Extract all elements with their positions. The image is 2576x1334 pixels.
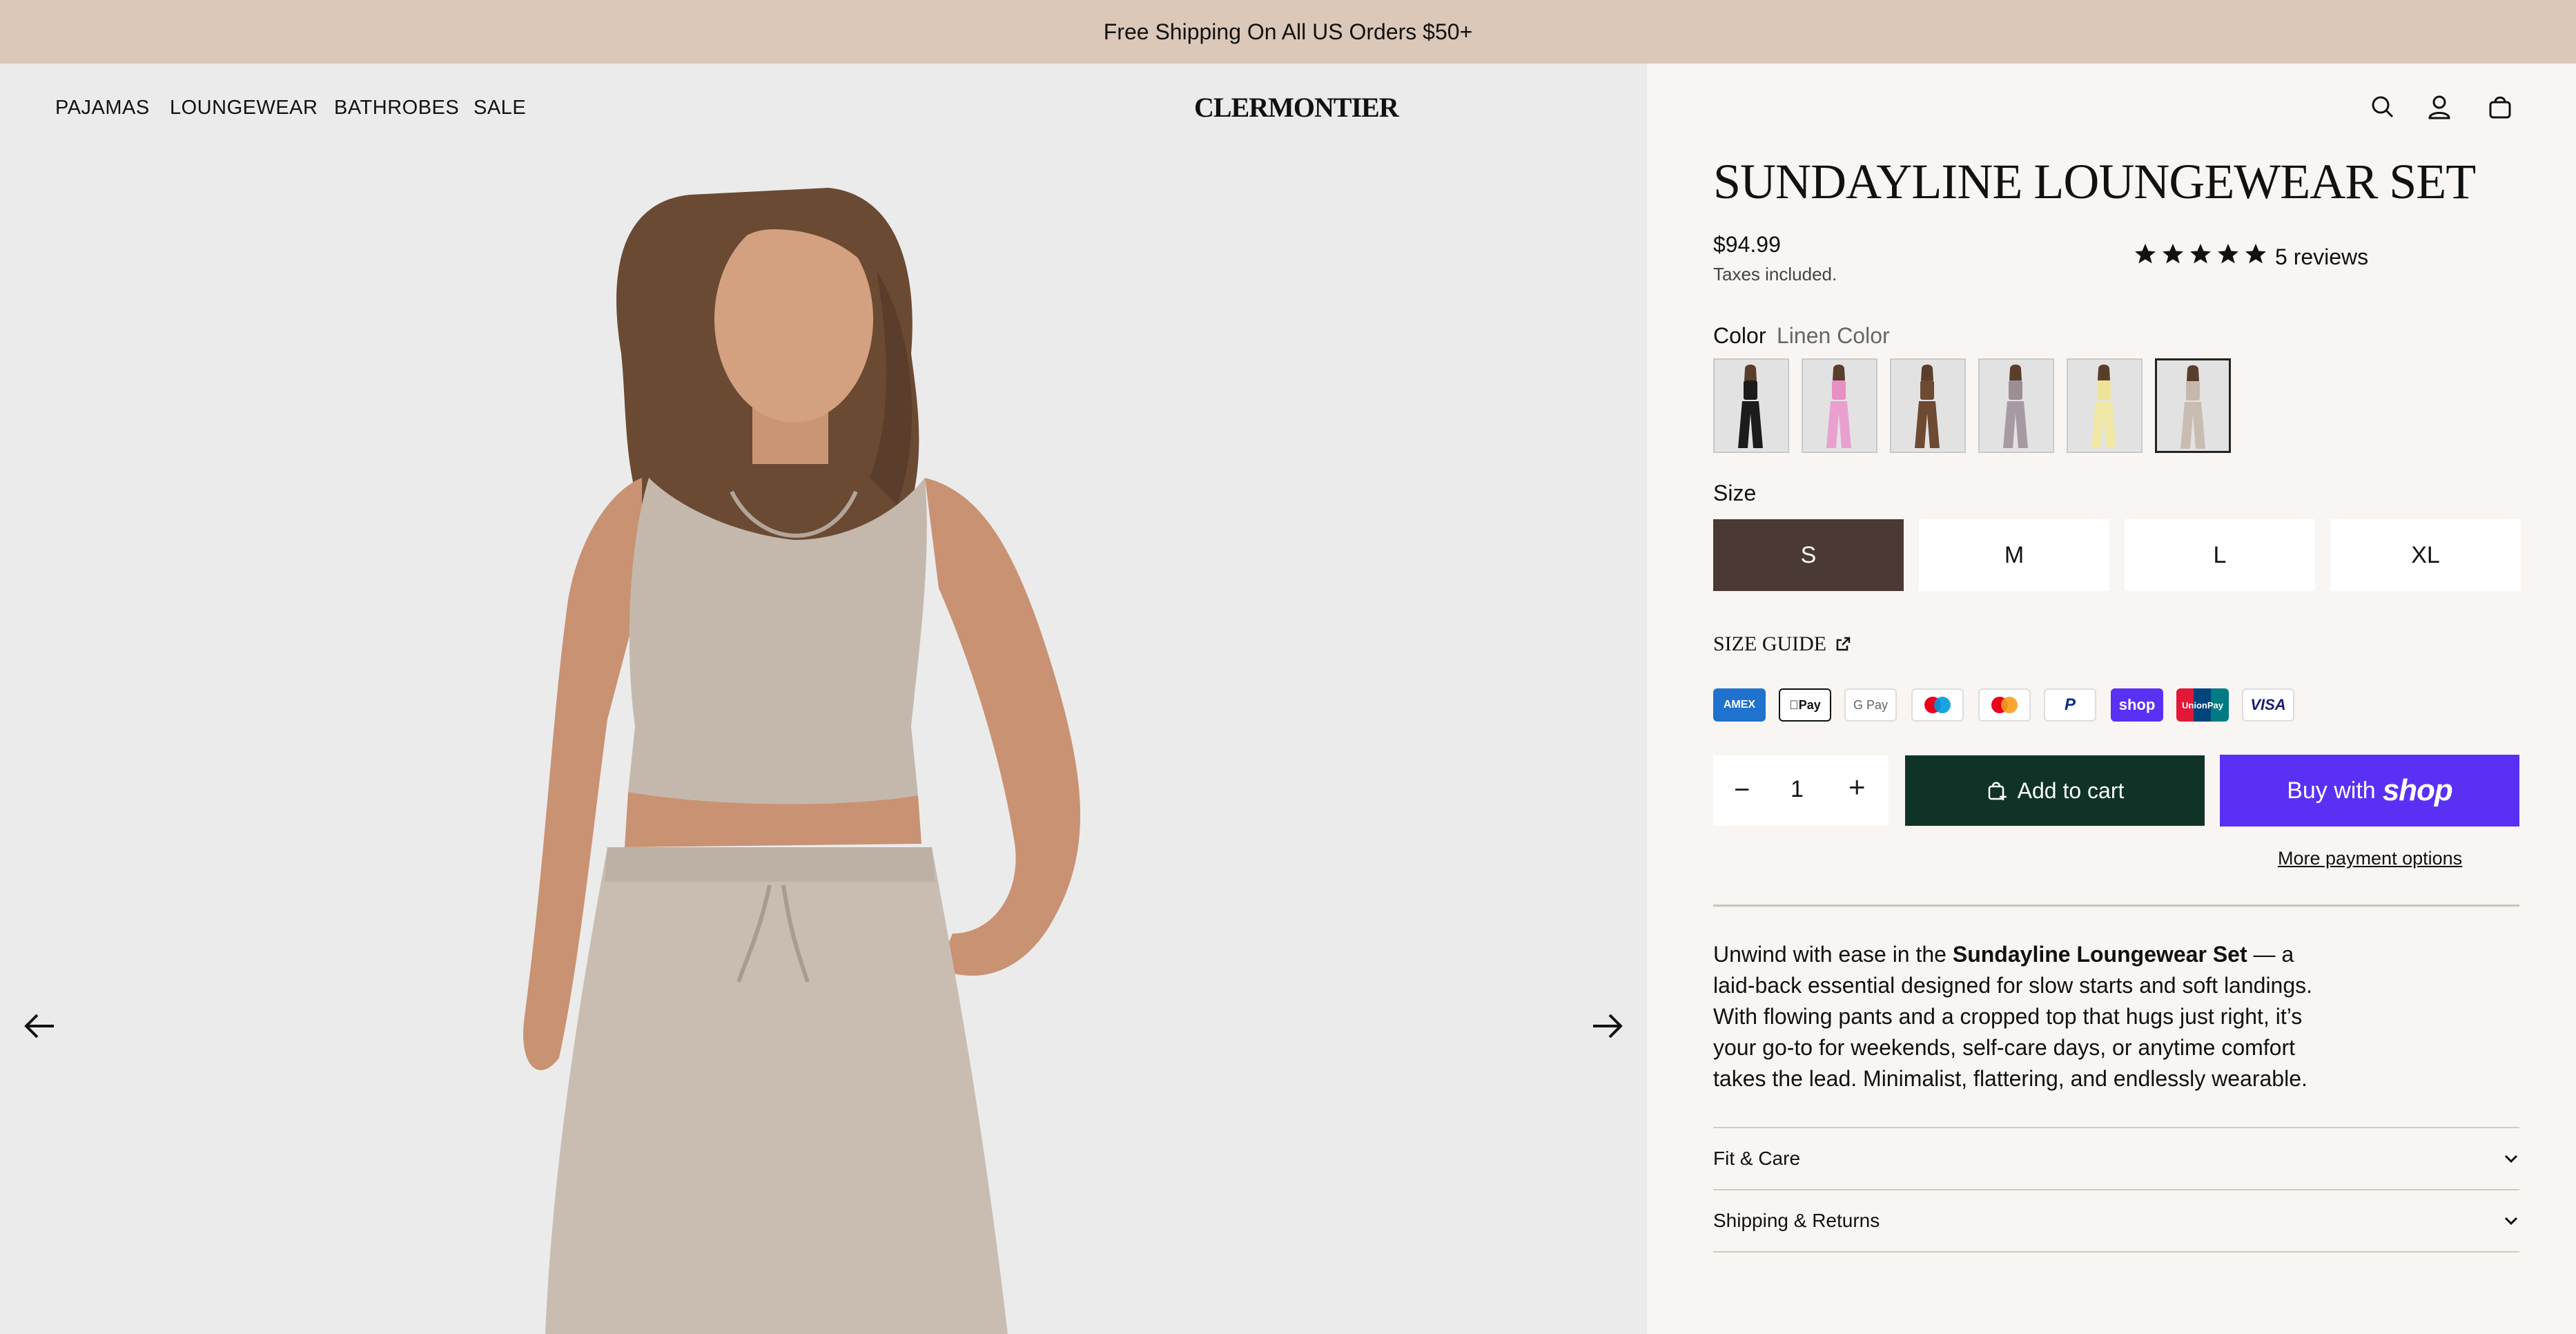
accordion-fit-care[interactable]: Fit & Care — [1713, 1148, 1800, 1170]
brand-logo[interactable]: CLERMONTIER — [1194, 91, 1399, 124]
rating-stars[interactable] — [2133, 242, 2268, 267]
star-icon — [2135, 244, 2156, 264]
external-link-icon — [1836, 637, 1851, 651]
description-product-name: Sundayline Loungewear Set — [1952, 942, 2247, 967]
color-swatch-mauve[interactable] — [1978, 358, 2054, 453]
announcement-bar: Free Shipping On All US Orders $50+ — [0, 0, 2576, 64]
color-swatch-yellow[interactable] — [2067, 358, 2143, 453]
quantity-increase-button[interactable]: + — [1848, 771, 1866, 804]
visa-icon: VISA — [2242, 688, 2294, 722]
swatch-thumbnail — [2068, 360, 2140, 450]
chevron-down-icon[interactable] — [2501, 1149, 2521, 1168]
color-label: Color — [1713, 323, 1766, 348]
announcement-text: Free Shipping On All US Orders $50+ — [1103, 19, 1473, 44]
reviews-count[interactable]: 5 reviews — [2275, 244, 2368, 270]
star-icon — [2245, 244, 2266, 264]
cart-bag-icon[interactable] — [2486, 93, 2514, 121]
swatch-thumbnail — [1715, 360, 1786, 450]
product-media-gallery[interactable] — [0, 64, 1647, 1334]
color-swatch-black[interactable] — [1713, 358, 1789, 453]
arrow-right-icon[interactable] — [1588, 1007, 1626, 1045]
color-swatch-linen[interactable] — [2155, 358, 2231, 453]
swatch-thumbnail — [2157, 360, 2229, 451]
product-description: Unwind with ease in the Sundayline Loung… — [1713, 939, 2321, 1094]
color-swatch-brown[interactable] — [1890, 358, 1966, 453]
shop-brand-label: shop — [2382, 773, 2453, 807]
nav-loungewear[interactable]: LOUNGEWEAR — [170, 97, 318, 119]
mastercard-circles — [1991, 697, 2018, 713]
color-swatch-pink[interactable] — [1802, 358, 1877, 453]
star-icon — [2163, 244, 2183, 264]
apple-logo-icon:  — [1789, 698, 1799, 713]
nav-sale[interactable]: SALE — [474, 97, 526, 119]
account-icon[interactable] — [2426, 93, 2453, 121]
size-option-s[interactable]: S — [1713, 519, 1904, 591]
nav-pajamas[interactable]: PAJAMAS — [55, 97, 150, 119]
taxes-note: Taxes included. — [1713, 264, 1837, 284]
amex-icon: AMEX — [1713, 688, 1766, 722]
add-to-cart-label: Add to cart — [2017, 777, 2125, 803]
quantity-value[interactable]: 1 — [1790, 776, 1804, 803]
add-to-cart-button[interactable]: Add to cart — [1905, 755, 2205, 826]
buy-with-shop-button[interactable]: Buy with shop — [2220, 755, 2519, 826]
google-pay-icon: G Pay — [1844, 688, 1897, 722]
size-guide-link[interactable]: SIZE GUIDE — [1713, 632, 1851, 656]
maestro-circles — [1924, 697, 1951, 713]
paypal-icon: P — [2044, 688, 2096, 722]
buy-with-label: Buy with — [2287, 777, 2376, 804]
product-title: SUNDAYLINE LOUNGEWEAR SET — [1713, 154, 2476, 209]
product-model-image — [523, 188, 1080, 1334]
cart-add-icon — [1988, 782, 2007, 800]
divider — [1713, 905, 2519, 907]
maestro-icon — [1911, 688, 1964, 722]
accordion-divider — [1713, 1251, 2519, 1253]
quantity-stepper: − 1 + — [1713, 755, 1889, 826]
accordion-divider — [1713, 1189, 2519, 1190]
product-price: $94.99 — [1713, 232, 1781, 257]
chevron-down-icon[interactable] — [2501, 1211, 2521, 1230]
size-option-l[interactable]: L — [2125, 519, 2315, 591]
arrow-left-icon[interactable] — [21, 1007, 59, 1045]
description-intro: Unwind with ease in the — [1713, 942, 1953, 967]
swatch-thumbnail — [1891, 360, 1963, 450]
apple-pay-label: Pay — [1793, 697, 1821, 712]
size-option-xl[interactable]: XL — [2330, 519, 2521, 591]
mastercard-icon — [1978, 688, 2031, 722]
quantity-decrease-button[interactable]: − — [1734, 775, 1750, 806]
star-icon — [2190, 244, 2211, 264]
color-value: Linen Color — [1777, 323, 1890, 348]
star-icon — [2218, 244, 2238, 264]
search-icon[interactable] — [2369, 93, 2397, 121]
size-option-m[interactable]: M — [1919, 519, 2109, 591]
more-payment-options-link[interactable]: More payment options — [2278, 848, 2462, 869]
size-label: Size — [1713, 481, 1757, 505]
nav-bathrobes[interactable]: BATHROBES — [334, 97, 459, 119]
apple-pay-icon:  Pay — [1779, 688, 1831, 722]
accordion-divider — [1713, 1127, 2519, 1128]
size-guide-label: SIZE GUIDE — [1713, 632, 1827, 655]
accordion-shipping-returns[interactable]: Shipping & Returns — [1713, 1210, 1880, 1232]
unionpay-icon: UnionPay — [2176, 688, 2229, 722]
swatch-thumbnail — [1803, 360, 1875, 450]
shop-pay-icon: shop — [2111, 688, 2163, 722]
swatch-thumbnail — [1980, 360, 2051, 450]
